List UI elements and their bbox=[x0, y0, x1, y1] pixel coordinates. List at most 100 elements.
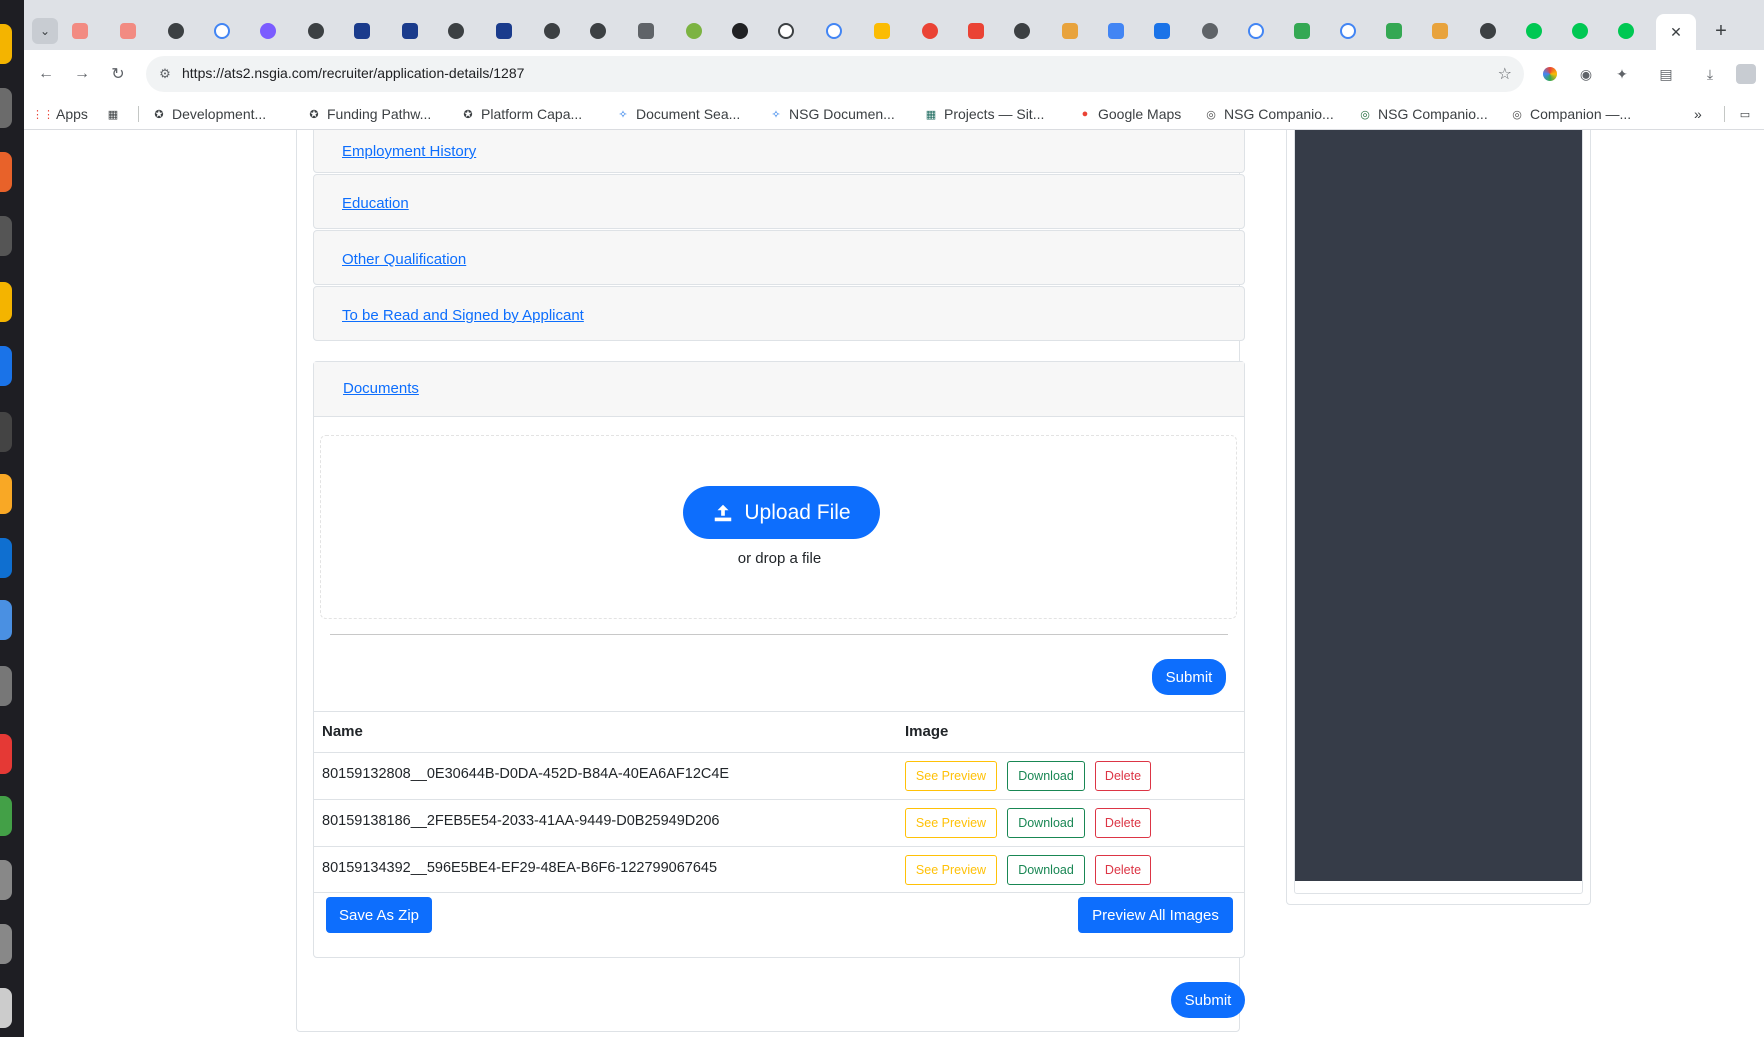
accordion-employment-history[interactable]: Employment History bbox=[313, 130, 1245, 173]
dock-app-icon[interactable] bbox=[0, 216, 12, 256]
bookmark-item[interactable]: ● Google Maps bbox=[1078, 104, 1182, 124]
other-qualification-link[interactable]: Other Qualification bbox=[342, 251, 466, 268]
tab-search-icon[interactable]: ⌄ bbox=[32, 18, 58, 44]
bookmark-item[interactable]: ▦ Projects — Sit... bbox=[924, 104, 1045, 124]
browser-tab[interactable] bbox=[246, 16, 290, 46]
browser-tab[interactable] bbox=[200, 16, 244, 46]
delete-button[interactable]: Delete bbox=[1095, 855, 1151, 885]
documents-header[interactable]: Documents bbox=[314, 362, 1244, 417]
bookmark-item[interactable]: ◎ NSG Companio... bbox=[1204, 104, 1334, 124]
preview-all-images-button[interactable]: Preview All Images bbox=[1078, 897, 1233, 933]
new-tab-button[interactable]: + bbox=[1708, 18, 1734, 44]
bookmark-item[interactable]: ✪ Funding Pathw... bbox=[307, 104, 431, 124]
reload-icon[interactable]: ↻ bbox=[106, 62, 130, 86]
browser-tab[interactable] bbox=[1466, 16, 1510, 46]
browser-tab[interactable] bbox=[154, 16, 198, 46]
page-submit-button[interactable]: Submit bbox=[1171, 982, 1245, 1018]
see-preview-button[interactable]: See Preview bbox=[905, 855, 997, 885]
see-preview-button[interactable]: See Preview bbox=[905, 808, 997, 838]
education-link[interactable]: Education bbox=[342, 195, 409, 212]
dock-app-icon[interactable] bbox=[0, 474, 12, 514]
employment-history-link[interactable]: Employment History bbox=[342, 143, 476, 160]
bookmark-item[interactable]: ✧ NSG Documen... bbox=[769, 104, 894, 124]
browser-tab[interactable] bbox=[1188, 16, 1232, 46]
extensions-puzzle-icon[interactable]: ✦ bbox=[1612, 64, 1632, 84]
browser-tab[interactable] bbox=[718, 16, 762, 46]
browser-tab[interactable] bbox=[624, 16, 668, 46]
browser-tab[interactable] bbox=[58, 16, 102, 46]
dock-app-icon[interactable] bbox=[0, 88, 12, 128]
file-dropzone[interactable]: Upload File or drop a file bbox=[320, 435, 1237, 619]
download-button[interactable]: Download bbox=[1007, 855, 1085, 885]
dock-app-icon[interactable] bbox=[0, 924, 12, 964]
read-and-sign-link[interactable]: To be Read and Signed by Applicant bbox=[342, 307, 584, 324]
browser-tab[interactable] bbox=[340, 16, 384, 46]
accordion-read-and-sign[interactable]: To be Read and Signed by Applicant bbox=[313, 286, 1245, 341]
bookmark-item[interactable]: ✧ Document Sea... bbox=[616, 104, 740, 124]
accordion-other-qualification[interactable]: Other Qualification bbox=[313, 230, 1245, 285]
browser-tab[interactable] bbox=[812, 16, 856, 46]
profile-icon[interactable] bbox=[1736, 64, 1756, 84]
browser-tab[interactable] bbox=[1234, 16, 1278, 46]
reading-mode-icon[interactable]: ▤ bbox=[1656, 64, 1676, 84]
bookmarks-overflow-icon[interactable]: » bbox=[1694, 104, 1702, 124]
dock-app-icon[interactable] bbox=[0, 796, 12, 836]
forward-arrow-icon[interactable]: → bbox=[70, 62, 94, 86]
bookmark-apps[interactable]: ⋮⋮ Apps bbox=[32, 104, 88, 124]
browser-tab[interactable] bbox=[954, 16, 998, 46]
dock-app-icon[interactable] bbox=[0, 538, 12, 578]
back-arrow-icon[interactable]: ← bbox=[34, 62, 58, 86]
browser-tab[interactable] bbox=[388, 16, 432, 46]
browser-tab[interactable] bbox=[1604, 16, 1648, 46]
close-tab-icon[interactable]: ✕ bbox=[1670, 24, 1682, 41]
bookmark-item[interactable]: ✪ Platform Capa... bbox=[461, 104, 582, 124]
upload-file-button[interactable]: Upload File bbox=[683, 486, 880, 539]
site-info-icon[interactable]: ⚙ bbox=[156, 65, 174, 83]
browser-tab[interactable] bbox=[1418, 16, 1462, 46]
accordion-education[interactable]: Education bbox=[313, 174, 1245, 229]
bookmark-item[interactable]: ◎ NSG Companio... bbox=[1358, 104, 1488, 124]
extension-icon[interactable]: ◉ bbox=[1576, 64, 1596, 84]
dock-app-icon[interactable] bbox=[0, 346, 12, 386]
dock-app-icon[interactable] bbox=[0, 600, 12, 640]
save-as-zip-button[interactable]: Save As Zip bbox=[326, 897, 432, 933]
browser-tab[interactable] bbox=[1280, 16, 1324, 46]
bookmark-star-icon[interactable]: ☆ bbox=[1498, 64, 1512, 84]
browser-tab[interactable] bbox=[1558, 16, 1602, 46]
browser-tab[interactable] bbox=[908, 16, 952, 46]
folder-icon[interactable]: ▭ bbox=[1738, 104, 1752, 124]
download-button[interactable]: Download bbox=[1007, 761, 1085, 791]
dock-app-icon[interactable] bbox=[0, 860, 12, 900]
dock-app-icon[interactable] bbox=[0, 152, 12, 192]
browser-tab[interactable] bbox=[294, 16, 338, 46]
bookmark-item[interactable]: ✪ Development... bbox=[152, 104, 266, 124]
documents-link[interactable]: Documents bbox=[343, 380, 419, 397]
browser-tab[interactable] bbox=[1512, 16, 1556, 46]
see-preview-button[interactable]: See Preview bbox=[905, 761, 997, 791]
browser-tab[interactable] bbox=[482, 16, 526, 46]
browser-tab[interactable] bbox=[764, 16, 808, 46]
dock-app-icon[interactable] bbox=[0, 412, 12, 452]
browser-tab[interactable] bbox=[576, 16, 620, 46]
browser-tab[interactable] bbox=[1326, 16, 1370, 46]
browser-tab[interactable] bbox=[672, 16, 716, 46]
dock-app-icon[interactable] bbox=[0, 988, 12, 1028]
browser-tab[interactable] bbox=[434, 16, 478, 46]
active-tab[interactable]: ✕ bbox=[1656, 14, 1696, 50]
browser-tab[interactable] bbox=[1140, 16, 1184, 46]
dock-app-icon[interactable] bbox=[0, 282, 12, 322]
delete-button[interactable]: Delete bbox=[1095, 808, 1151, 838]
bookmark-grid[interactable]: ▦ bbox=[106, 104, 120, 124]
browser-tab[interactable] bbox=[530, 16, 574, 46]
browser-tab[interactable] bbox=[1048, 16, 1092, 46]
delete-button[interactable]: Delete bbox=[1095, 761, 1151, 791]
browser-tab[interactable] bbox=[1000, 16, 1044, 46]
browser-tab[interactable] bbox=[860, 16, 904, 46]
documents-submit-button[interactable]: Submit bbox=[1152, 659, 1226, 695]
dock-app-icon[interactable] bbox=[0, 24, 12, 64]
bookmark-item[interactable]: ◎ Companion —... bbox=[1510, 104, 1631, 124]
download-button[interactable]: Download bbox=[1007, 808, 1085, 838]
address-bar-url[interactable]: https://ats2.nsgia.com/recruiter/applica… bbox=[182, 65, 524, 81]
dock-app-icon[interactable] bbox=[0, 734, 12, 774]
extension-color-icon[interactable] bbox=[1540, 64, 1560, 84]
